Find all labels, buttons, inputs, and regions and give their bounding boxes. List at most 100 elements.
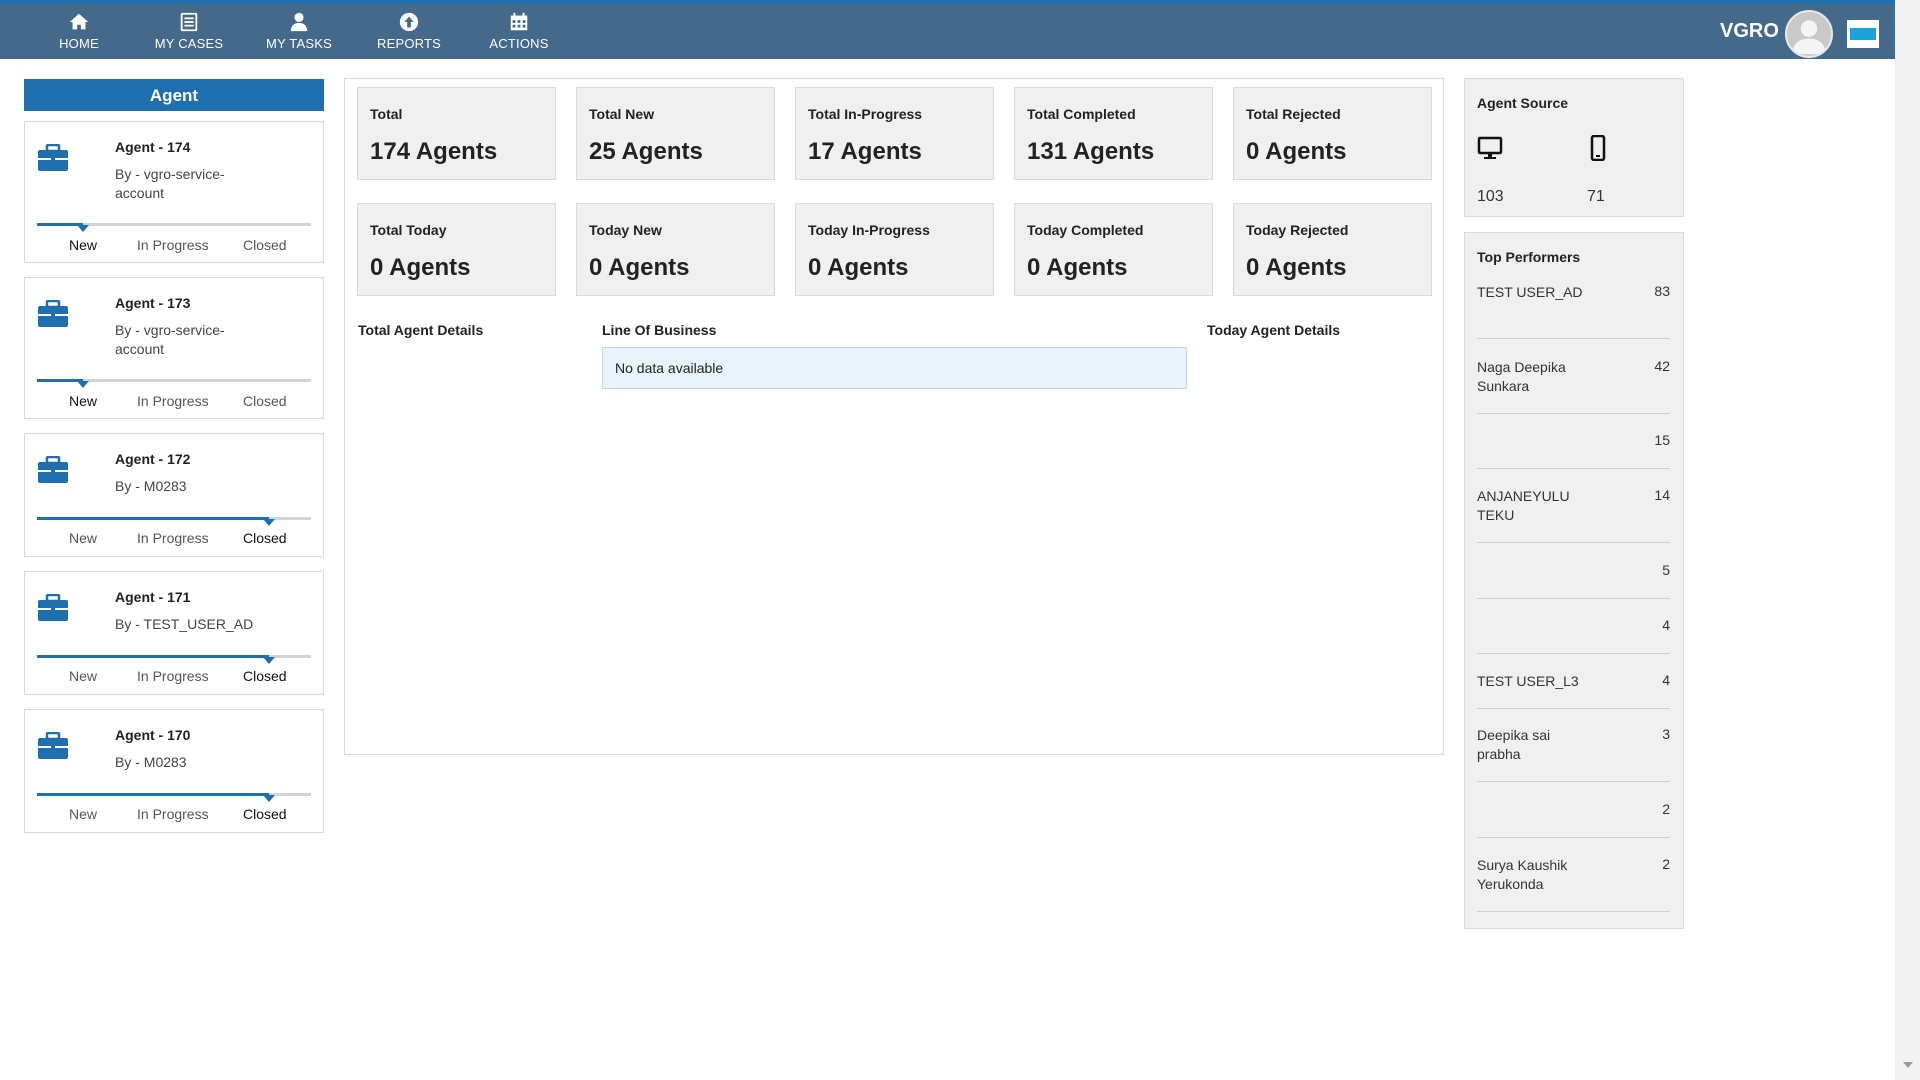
stat-total-rejected[interactable]: Total Rejected 0 Agents (1233, 87, 1432, 180)
performer-count: 2 (1662, 856, 1670, 872)
main-nav: HOME MY CASES MY TASKS REPORTS ACTIONS (24, 8, 574, 58)
desktop-count: 103 (1477, 188, 1504, 205)
line-of-business-heading: Line Of Business (602, 322, 717, 338)
performer-row: Surya Kaushik Yerukonda 2 (1477, 856, 1670, 912)
stage-closed: Closed (243, 668, 287, 684)
nav-my-cases[interactable]: MY CASES (134, 8, 244, 58)
agent-card[interactable]: Agent - 172 By - M0283 New In Progress C… (24, 433, 324, 557)
nav-reports-label: REPORTS (376, 36, 441, 51)
stage-in-progress: In Progress (137, 393, 209, 409)
agent-list-header: Agent (24, 79, 324, 111)
stat-today-new[interactable]: Today New 0 Agents (576, 203, 775, 296)
stat-label: Today In-Progress (808, 222, 930, 238)
stat-today-in-progress[interactable]: Today In-Progress 0 Agents (795, 203, 994, 296)
nav-reports[interactable]: REPORTS (354, 8, 464, 58)
stat-label: Total Completed (1027, 106, 1136, 122)
performer-row: ANJANEYULU TEKU 14 (1477, 487, 1670, 543)
agent-card-title: Agent - 173 (115, 295, 191, 311)
performer-count: 15 (1654, 432, 1670, 448)
performer-name: Surya Kaushik Yerukonda (1477, 857, 1568, 892)
stat-label: Total Rejected (1246, 106, 1341, 122)
avatar-silhouette-icon (1792, 20, 1826, 55)
stat-total-today[interactable]: Total Today 0 Agents (357, 203, 556, 296)
stat-label: Today Rejected (1246, 222, 1349, 238)
stat-value: 0 Agents (370, 254, 471, 281)
agent-card-created-by: By - vgro-service-account (115, 166, 225, 201)
agent-card-title: Agent - 172 (115, 451, 191, 467)
logo-mark (1850, 28, 1876, 40)
stat-label: Total (370, 106, 403, 122)
page-scrollbar[interactable] (1895, 0, 1920, 1080)
stage-pointer (263, 795, 275, 802)
stat-total-in-progress[interactable]: Total In-Progress 17 Agents (795, 87, 994, 180)
nav-actions-label: ACTIONS (489, 36, 549, 51)
performer-row: 4 (1477, 617, 1670, 654)
stat-value: 0 Agents (589, 254, 690, 281)
agent-source-panel: Agent Source 103 71 (1464, 78, 1684, 217)
upload-circle-icon (399, 12, 419, 32)
performer-name: TEST USER_L3 (1477, 673, 1579, 689)
agent-list: Agent Agent - 174 By - vgro-service-acco… (24, 79, 324, 847)
agent-card-title: Agent - 170 (115, 727, 191, 743)
stage-progress-fill (37, 793, 269, 796)
stat-total-new[interactable]: Total New 25 Agents (576, 87, 775, 180)
agent-source-title: Agent Source (1477, 95, 1569, 111)
performer-row: Deepika sai prabha 3 (1477, 726, 1670, 782)
avatar[interactable] (1785, 10, 1833, 58)
dashboard-panel: Total 174 Agents Total New 25 Agents Tot… (344, 78, 1444, 755)
stat-total[interactable]: Total 174 Agents (357, 87, 556, 180)
nav-my-tasks[interactable]: MY TASKS (244, 8, 354, 58)
nav-my-cases-label: MY CASES (154, 36, 224, 51)
agent-card[interactable]: Agent - 170 By - M0283 New In Progress C… (24, 709, 324, 833)
stat-value: 0 Agents (1027, 254, 1128, 281)
stage-in-progress: In Progress (137, 806, 209, 822)
stat-label: Today New (589, 222, 662, 238)
stat-total-completed[interactable]: Total Completed 131 Agents (1014, 87, 1213, 180)
no-data-message: No data available (602, 347, 1187, 389)
briefcase-icon (38, 594, 68, 621)
stat-value: 131 Agents (1027, 138, 1155, 165)
performer-row: TEST USER_L3 4 (1477, 672, 1670, 709)
stat-today-rejected[interactable]: Today Rejected 0 Agents (1233, 203, 1432, 296)
agent-card-title: Agent - 174 (115, 139, 191, 155)
top-navigation-bar: HOME MY CASES MY TASKS REPORTS ACTIONS V… (0, 0, 1895, 59)
stat-today-completed[interactable]: Today Completed 0 Agents (1014, 203, 1213, 296)
stat-value: 25 Agents (589, 138, 703, 165)
performer-name: Deepika sai prabha (1477, 727, 1551, 762)
stage-new: New (69, 530, 98, 546)
nav-actions[interactable]: ACTIONS (464, 8, 574, 58)
stat-label: Total In-Progress (808, 106, 923, 122)
performer-count: 4 (1662, 617, 1670, 633)
performer-row: 5 (1477, 562, 1670, 599)
performer-count: 5 (1662, 562, 1670, 578)
list-icon (180, 12, 198, 32)
stage-in-progress: In Progress (137, 668, 209, 684)
stage-pointer (263, 657, 275, 664)
stage-new: New (69, 393, 98, 409)
nav-home[interactable]: HOME (24, 8, 134, 58)
total-agent-details-heading: Total Agent Details (358, 322, 484, 338)
briefcase-icon (38, 732, 68, 759)
brand-name: VGRO (1720, 20, 1779, 42)
scroll-down-arrow-icon[interactable] (1903, 1062, 1913, 1068)
stage-closed: Closed (243, 237, 287, 253)
app-logo[interactable] (1847, 20, 1879, 48)
agent-card[interactable]: Agent - 173 By - vgro-service-account Ne… (24, 277, 324, 419)
user-icon (290, 12, 308, 32)
stage-closed: Closed (243, 806, 287, 822)
stat-value: 0 Agents (808, 254, 909, 281)
agent-card[interactable]: Agent - 174 By - vgro-service-account Ne… (24, 121, 324, 263)
performer-name: TEST USER_AD (1477, 284, 1583, 300)
stage-pointer (263, 519, 275, 526)
briefcase-icon (38, 300, 68, 327)
stage-progress-track (37, 223, 311, 232)
stage-progress-track (37, 379, 311, 388)
agent-card[interactable]: Agent - 171 By - TEST_USER_AD New In Pro… (24, 571, 324, 695)
stage-progress-fill (37, 655, 269, 658)
briefcase-icon (38, 144, 68, 171)
stage-progress-track (37, 793, 311, 802)
performer-count: 14 (1654, 487, 1670, 503)
stage-closed: Closed (243, 393, 287, 409)
performer-count: 3 (1662, 726, 1670, 742)
stat-label: Total New (589, 106, 655, 122)
